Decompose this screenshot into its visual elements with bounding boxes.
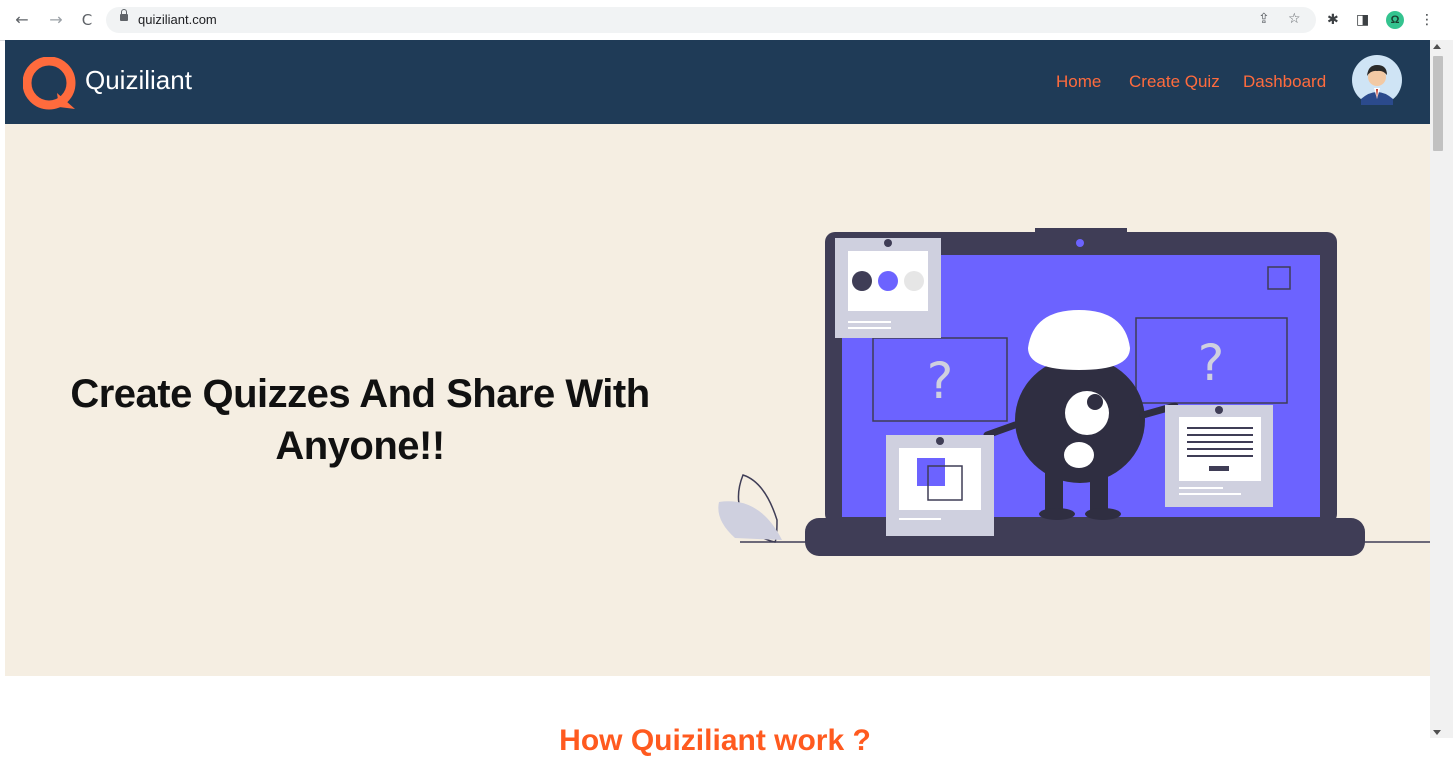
reload-icon[interactable]: C (77, 10, 97, 30)
question-mark-left: ? (927, 352, 954, 410)
share-icon[interactable]: ⇪ (1258, 11, 1270, 27)
site-header: Quiziliant Home Create Quiz Dashboard (5, 40, 1430, 124)
hero-section: Create Quizzes And Share With Anyone!! ?… (5, 124, 1430, 676)
extensions-icon[interactable]: ✱ (1327, 11, 1339, 29)
back-icon[interactable]: ← (12, 10, 32, 30)
nav-home[interactable]: Home (1056, 72, 1101, 92)
url-text[interactable]: quiziliant.com (138, 12, 217, 27)
scroll-thumb[interactable] (1433, 56, 1443, 151)
lock-icon[interactable] (120, 9, 128, 21)
bookmark-star-icon[interactable]: ☆ (1288, 11, 1301, 27)
quiziliant-logo-icon[interactable] (23, 57, 79, 111)
page-scrollbar[interactable] (1430, 40, 1453, 738)
how-it-works-heading: How Quiziliant work ? (559, 724, 871, 757)
hero-title: Create Quizzes And Share With Anyone!! (70, 372, 650, 468)
question-mark-right: ? (1198, 334, 1225, 392)
browser-profile-icon[interactable]: Ω (1386, 11, 1404, 29)
user-avatar[interactable] (1352, 55, 1402, 105)
browser-menu-icon[interactable]: ⋮ (1420, 11, 1434, 29)
brand-name[interactable]: Quiziliant (85, 65, 192, 96)
scroll-down-icon[interactable] (1433, 730, 1441, 735)
side-panel-icon[interactable]: ◨ (1356, 11, 1369, 29)
scroll-up-icon[interactable] (1433, 44, 1441, 49)
address-bar[interactable]: quiziliant.com ⇪ ☆ (106, 7, 1316, 33)
quiz-laptop-illustration: ? ? (718, 228, 1430, 556)
nav-create-quiz[interactable]: Create Quiz (1129, 72, 1220, 92)
browser-toolbar: ← → C quiziliant.com ⇪ ☆ ✱ ◨ Ω ⋮ (0, 0, 1453, 41)
forward-icon[interactable]: → (46, 10, 66, 30)
nav-dashboard[interactable]: Dashboard (1243, 72, 1326, 92)
